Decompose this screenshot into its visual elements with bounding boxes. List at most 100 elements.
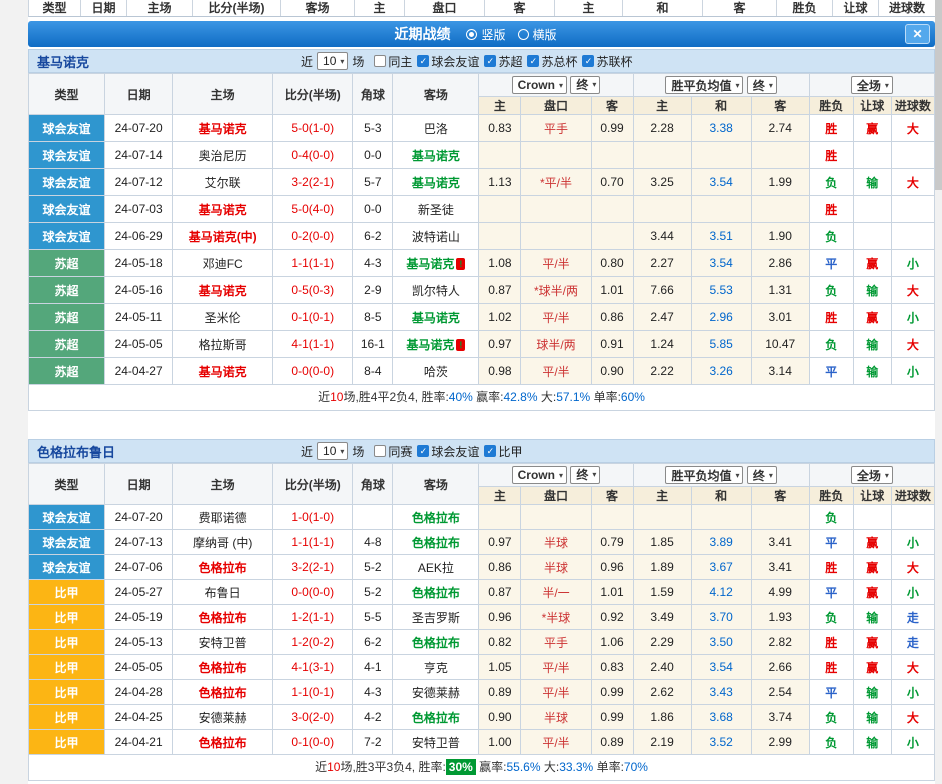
filter-同赛[interactable]: 同赛: [374, 443, 412, 460]
score: 0-5(0-3): [273, 277, 353, 304]
filter-比甲[interactable]: ✓比甲: [484, 443, 522, 460]
match-date: 24-05-13: [105, 630, 173, 655]
corners: 6-2: [353, 223, 393, 250]
eu-draw-odds: 3.54: [691, 250, 751, 277]
bookmaker-select[interactable]: Crown▾: [512, 76, 567, 94]
goals-result: 小: [891, 580, 934, 605]
handicap-result: [853, 196, 891, 223]
bookmaker-select[interactable]: Crown▾: [512, 466, 567, 484]
match-row: 比甲24-05-05色格拉布4-1(3-1)4-1亨克1.05平/半0.832.…: [29, 655, 935, 680]
checkbox-icon[interactable]: ✓: [582, 55, 594, 67]
europe-odds-select[interactable]: 胜平负均值▾: [665, 466, 743, 484]
match-date: 24-04-25: [105, 705, 173, 730]
recent-label: 近: [301, 53, 313, 70]
goals-result: 小: [891, 304, 934, 331]
filter-球会友谊[interactable]: ✓球会友谊: [417, 443, 479, 460]
match-date: 24-07-20: [105, 115, 173, 142]
eu-draw-odds: 3.38: [691, 115, 751, 142]
eu-away-odds: [751, 196, 809, 223]
corners: 6-2: [353, 630, 393, 655]
ah-home-odds: [479, 505, 521, 530]
scope-select[interactable]: 全场▾: [851, 466, 893, 484]
summary-part: 大:: [541, 760, 560, 774]
recent-count-select[interactable]: 10 ▾: [317, 52, 348, 70]
away-team: 新圣徒: [393, 196, 479, 223]
away-team: 基马诺克!: [393, 250, 479, 277]
select-value: 全场: [857, 467, 881, 484]
column-header: 客: [703, 0, 777, 16]
radio-selected-icon[interactable]: [466, 29, 477, 40]
checkbox-icon[interactable]: [374, 445, 386, 457]
home-team: 色格拉布: [173, 680, 273, 705]
home-team: 色格拉布: [173, 730, 273, 755]
summary-part: 10: [330, 390, 343, 404]
eu-away-odds: 10.47: [751, 331, 809, 358]
chevron-down-icon: ▾: [340, 57, 344, 66]
filter-苏总杯[interactable]: ✓苏总杯: [527, 53, 577, 70]
handicap-result: 输: [853, 730, 891, 755]
ah-home-odds: 0.87: [479, 580, 521, 605]
filter-label: 苏总杯: [541, 53, 577, 70]
filter-同主[interactable]: 同主: [374, 53, 412, 70]
league-badge: 比甲: [29, 655, 105, 680]
layout-radio-vertical[interactable]: 竖版: [466, 26, 505, 43]
col-date: 日期: [105, 464, 173, 505]
scrollbar-thumb[interactable]: [935, 0, 942, 190]
layout-radio-horizontal[interactable]: 横版: [518, 26, 557, 43]
filter-label: 苏超: [498, 53, 522, 70]
filter-球会友谊[interactable]: ✓球会友谊: [417, 53, 479, 70]
eu-draw-odds: 3.54: [691, 655, 751, 680]
checkbox-icon[interactable]: ✓: [484, 55, 496, 67]
odds-time-select[interactable]: 终▾: [747, 76, 777, 94]
corners: 5-2: [353, 580, 393, 605]
chevron-down-icon: ▾: [559, 81, 563, 90]
europe-odds-select[interactable]: 胜平负均值▾: [665, 76, 743, 94]
eu-draw-odds: 3.54: [691, 169, 751, 196]
corners: 16-1: [353, 331, 393, 358]
filter-苏超[interactable]: ✓苏超: [484, 53, 522, 70]
filter-苏联杯[interactable]: ✓苏联杯: [582, 53, 632, 70]
col-score: 比分(半场): [273, 464, 353, 505]
scope-select[interactable]: 全场▾: [851, 76, 893, 94]
recent-count-select[interactable]: 10 ▾: [317, 442, 348, 460]
handicap-result: 赢: [853, 115, 891, 142]
radio-unselected-icon[interactable]: [518, 29, 529, 40]
match-row: 球会友谊24-07-20基马诺克5-0(1-0)5-3巴洛0.83平手0.992…: [29, 115, 935, 142]
match-result: 胜: [809, 555, 853, 580]
ah-away-odds: 0.80: [591, 250, 633, 277]
corners: 4-1: [353, 655, 393, 680]
ah-away-odds: 1.01: [591, 580, 633, 605]
close-button[interactable]: ✕: [905, 24, 930, 44]
odds-time-select[interactable]: 终▾: [747, 466, 777, 484]
match-date: 24-05-11: [105, 304, 173, 331]
ah-away-odds: 0.79: [591, 530, 633, 555]
checkbox-icon[interactable]: ✓: [527, 55, 539, 67]
ah-home-odds: 1.13: [479, 169, 521, 196]
odds-time-select[interactable]: 终▾: [570, 76, 600, 94]
summary-part: 赢率:: [476, 760, 507, 774]
league-badge: 比甲: [29, 705, 105, 730]
match-date: 24-07-06: [105, 555, 173, 580]
goals-result: 大: [891, 331, 934, 358]
home-team: 色格拉布: [173, 655, 273, 680]
games-label: 场: [352, 53, 364, 70]
eu-home-odds: 2.47: [633, 304, 691, 331]
match-result: 负: [809, 223, 853, 250]
goals-result: 走: [891, 630, 934, 655]
ah-line: 半球: [521, 555, 591, 580]
handicap-result: 输: [853, 169, 891, 196]
score: 0-0(0-0): [273, 358, 353, 385]
match-date: 24-04-21: [105, 730, 173, 755]
eu-away-odds: 1.93: [751, 605, 809, 630]
column-header: 比分(半场): [193, 0, 281, 16]
summary-part: 大:: [538, 390, 557, 404]
checkbox-icon[interactable]: [374, 55, 386, 67]
odds-time-select[interactable]: 终▾: [570, 466, 600, 484]
match-date: 24-04-27: [105, 358, 173, 385]
checkbox-icon[interactable]: ✓: [417, 445, 429, 457]
away-team: 波特诺山: [393, 223, 479, 250]
scrollbar[interactable]: [935, 0, 942, 784]
checkbox-icon[interactable]: ✓: [484, 445, 496, 457]
handicap-result: 赢: [853, 655, 891, 680]
checkbox-icon[interactable]: ✓: [417, 55, 429, 67]
